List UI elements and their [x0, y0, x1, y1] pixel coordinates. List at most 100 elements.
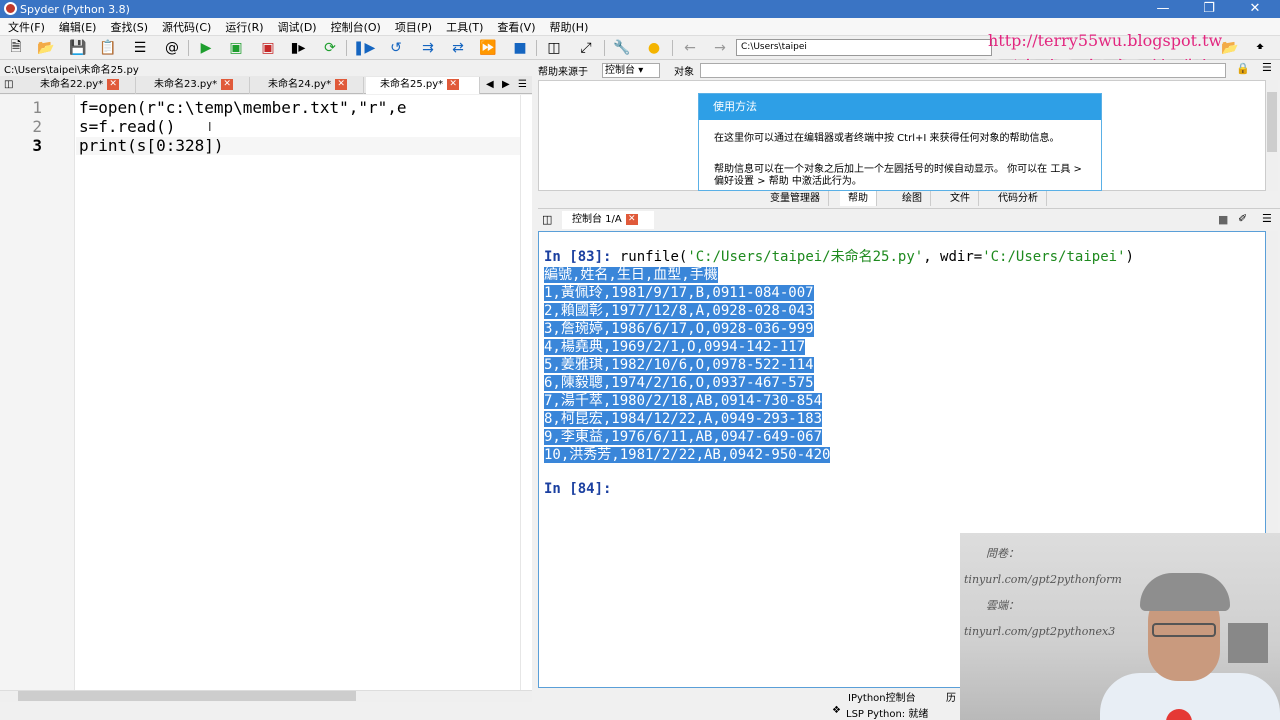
tab-variable-explorer[interactable]: 变量管理器	[762, 191, 829, 206]
pane-tab-bar: 变量管理器 帮助 绘图 文件 代码分析	[538, 191, 1280, 207]
stop-debug-icon[interactable]: ■	[510, 39, 530, 57]
close-icon[interactable]: ✕	[447, 78, 460, 90]
tab-scroll-right-icon[interactable]: ▶	[498, 77, 514, 94]
close-icon[interactable]: ✕	[1232, 0, 1278, 18]
console-output-line[interactable]: 3,詹琬婷,1986/6/17,O,0928-036-999	[544, 321, 814, 337]
python-path-icon[interactable]: ●	[644, 39, 664, 57]
spyder-app-icon	[4, 2, 17, 15]
menu-debug[interactable]: 调试(D)	[278, 19, 317, 35]
code-editor[interactable]	[0, 95, 532, 690]
console-output-line[interactable]: 9,李東益,1976/6/11,AB,0947-649-067	[544, 429, 823, 445]
console-output-line[interactable]: 8,柯昆宏,1984/12/22,A,0949-293-183	[544, 411, 823, 427]
console-output-line[interactable]: 10,洪秀芳,1981/2/22,AB,0942-950-420	[544, 447, 831, 463]
editor-tab-bar: ◫ 未命名22.py* ✕ 未命名23.py* ✕ 未命名24.py* ✕ 未命名25…	[0, 76, 532, 94]
menu-projects[interactable]: 项目(P)	[395, 19, 432, 35]
tab-files[interactable]: 文件	[942, 191, 979, 206]
menu-file[interactable]: 文件(F)	[8, 19, 45, 35]
line-number: 1	[32, 98, 42, 117]
console-output-line[interactable]: 7,湯千萃,1980/2/18,AB,0914-730-854	[544, 393, 823, 409]
tab-code-analysis[interactable]: 代码分析	[990, 191, 1047, 206]
menu-search[interactable]: 查找(S)	[110, 19, 148, 35]
step-icon[interactable]: ↺	[386, 39, 406, 57]
tab-plots[interactable]: 绘图	[894, 191, 931, 206]
run-cell-icon[interactable]: ▣	[226, 39, 246, 57]
working-directory-field[interactable]: C:\Users\taipei	[736, 39, 992, 56]
tab-console[interactable]: 控制台 1/A ✕	[562, 211, 654, 229]
close-icon[interactable]: ✕	[221, 78, 234, 90]
code-line[interactable]: s=f.read()	[79, 117, 175, 136]
menu-edit[interactable]: 编辑(E)	[59, 19, 97, 35]
open-file-icon[interactable]: 📂	[36, 39, 56, 57]
whiteboard-line: tinyurl.com/gpt2pythonex3	[964, 625, 1116, 638]
tab-history[interactable]: 历	[946, 689, 956, 704]
code-line[interactable]: f=open(r"c:\temp\member.txt","r",e	[79, 98, 407, 117]
step-into-icon[interactable]: ⇉	[418, 39, 438, 57]
lsp-status-icon: ❖	[832, 705, 841, 716]
console-output-line[interactable]: 編號,姓名,生日,血型,手機	[544, 267, 718, 283]
menu-run[interactable]: 运行(R)	[225, 19, 263, 35]
new-file-icon[interactable]: 🗎	[6, 39, 26, 57]
console-output-line[interactable]: 1,黃佩玲,1981/9/17,B,0911-084-007	[544, 285, 814, 301]
code-line[interactable]: print(s[0:328])	[79, 136, 224, 155]
clear-console-icon[interactable]: ✐	[1238, 212, 1247, 225]
back-arrow-icon[interactable]: ←	[680, 39, 700, 57]
console-browse-icon[interactable]: ◫	[542, 213, 552, 226]
tab-ipython-console[interactable]: IPython控制台	[848, 689, 916, 704]
tab-help[interactable]: 帮助	[840, 191, 877, 206]
webcam-overlay: 問卷： tinyurl.com/gpt2pythonform 雲端： tinyu…	[960, 533, 1280, 720]
menu-view[interactable]: 查看(V)	[497, 19, 535, 35]
minimize-icon[interactable]: —	[1140, 0, 1186, 18]
editor-scroll-thumb[interactable]	[18, 691, 356, 701]
tab-label: 未命名23.py*	[154, 79, 218, 90]
tab-file[interactable]: 未命名23.py* ✕	[138, 77, 250, 94]
toolbar-separator	[672, 40, 673, 56]
help-menu-icon[interactable]: ☰	[1262, 61, 1272, 74]
console-prompt: In [84]:	[544, 481, 612, 497]
preferences-wrench-icon[interactable]: 🔧	[612, 39, 632, 57]
console-output-line[interactable]: 2,賴國彰,1977/12/8,A,0928-028-043	[544, 303, 814, 319]
lock-icon[interactable]: 🔒	[1236, 62, 1250, 75]
console-input-line[interactable]: In [83]: runfile('C:/Users/taipei/未命名25.…	[544, 248, 1134, 266]
stop-kernel-icon[interactable]: ■	[1218, 213, 1228, 226]
help-source-select[interactable]: 控制台 ▾	[602, 63, 660, 78]
menu-source[interactable]: 源代码(C)	[162, 19, 211, 35]
menu-tools[interactable]: 工具(T)	[446, 19, 483, 35]
tab-scroll-left-icon[interactable]: ◀	[482, 77, 498, 94]
console-output-line[interactable]: 4,楊堯典,1969/2/1,O,0994-142-117	[544, 339, 806, 355]
run-cell-advance-icon[interactable]: ▣	[258, 39, 278, 57]
restore-icon[interactable]: ❐	[1186, 0, 1232, 18]
close-icon[interactable]: ✕	[107, 78, 120, 90]
run-selection-icon[interactable]: ▮▸	[288, 39, 308, 57]
step-return-icon[interactable]: ⇄	[448, 39, 468, 57]
debug-icon[interactable]: ❚▶	[353, 39, 376, 57]
title-bar: Spyder (Python 3.8) — ❐ ✕	[0, 0, 1280, 18]
console-menu-icon[interactable]: ☰	[1262, 212, 1272, 225]
run-icon[interactable]: ▶	[196, 39, 216, 57]
tab-file[interactable]: 未命名22.py* ✕	[24, 77, 136, 94]
menu-help[interactable]: 帮助(H)	[550, 19, 589, 35]
at-icon[interactable]: @	[162, 39, 182, 57]
help-card-title: 使用方法	[699, 94, 1101, 120]
console-output-line[interactable]: 5,姜雅琪,1982/10/6,O,0978-522-114	[544, 357, 814, 373]
tab-file[interactable]: 未命名24.py* ✕	[252, 77, 364, 94]
save-all-icon[interactable]: 📋	[98, 39, 118, 57]
console-output-line[interactable]: 6,陳毅聰,1974/2/16,O,0937-467-575	[544, 375, 814, 391]
forward-arrow-icon[interactable]: →	[710, 39, 730, 57]
tab-browse-icon[interactable]: ◫	[0, 77, 22, 94]
lsp-status: LSP Python: 就绪	[846, 709, 929, 720]
help-object-input[interactable]	[700, 63, 1226, 78]
parent-dir-arrow-icon[interactable]: 🠹	[1250, 39, 1270, 57]
menu-console[interactable]: 控制台(O)	[331, 19, 381, 35]
tab-file-active[interactable]: 未命名25.py* ✕	[366, 77, 480, 94]
rerun-icon[interactable]: ⟳	[320, 39, 340, 57]
fullscreen-icon[interactable]: ⤢	[576, 39, 596, 57]
maximize-pane-icon[interactable]: ◫	[544, 39, 564, 57]
list-icon[interactable]: ☰	[130, 39, 150, 57]
help-scroll-thumb[interactable]	[1267, 92, 1277, 152]
save-icon[interactable]: 💾	[68, 39, 88, 57]
close-icon[interactable]: ✕	[335, 78, 348, 90]
close-icon[interactable]: ✕	[625, 213, 638, 225]
tab-menu-icon[interactable]: ☰	[514, 77, 532, 94]
browse-folder-icon[interactable]: 📂	[1220, 39, 1240, 57]
continue-icon[interactable]: ⏩	[478, 39, 498, 57]
